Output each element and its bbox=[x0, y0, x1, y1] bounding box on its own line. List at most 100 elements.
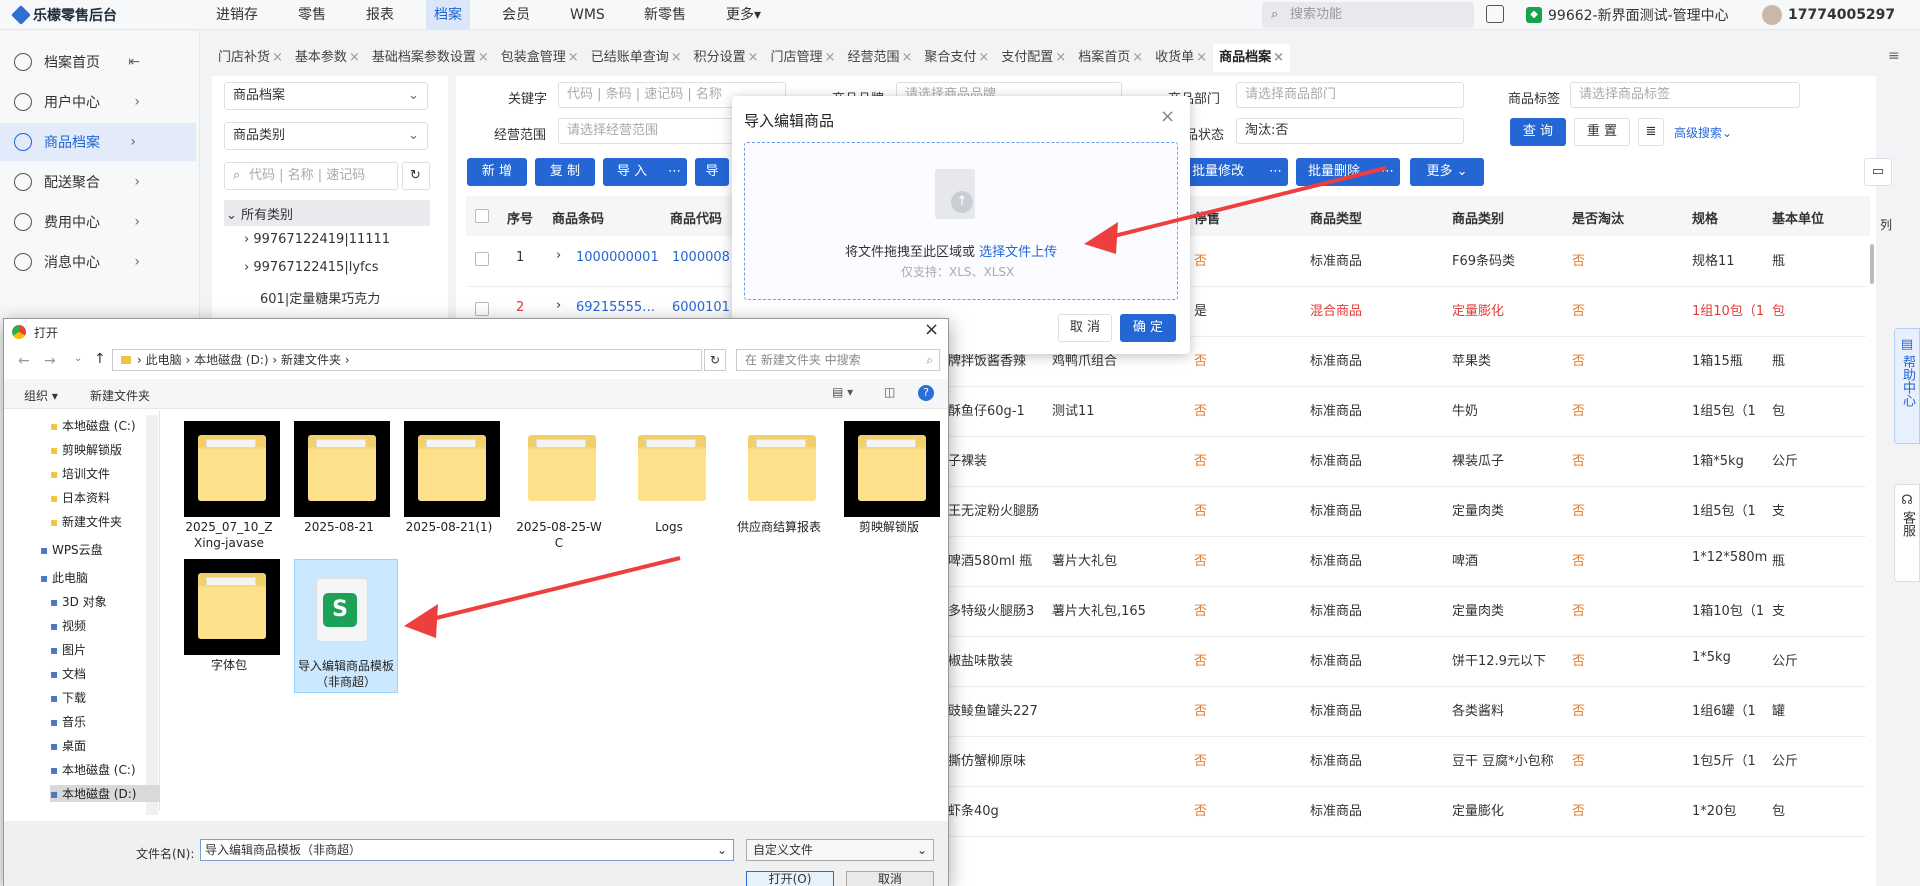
more-button[interactable]: 更多 ⌄ bbox=[1410, 158, 1484, 186]
add-button[interactable]: 新 增 bbox=[467, 158, 527, 186]
folder-item[interactable]: Logs bbox=[624, 421, 714, 535]
refresh-icon[interactable]: ↻ bbox=[704, 349, 726, 371]
tab[interactable]: 门店补货 × bbox=[212, 44, 289, 72]
nav-item[interactable]: ▪ 日本资料 bbox=[50, 489, 110, 506]
close-icon[interactable]: × bbox=[1055, 50, 1066, 65]
close-icon[interactable]: × bbox=[671, 50, 682, 65]
folder-item[interactable]: 供应商结算报表 bbox=[734, 421, 824, 535]
store-switcher[interactable]: ◆ 99662-新界面测试-管理中心 bbox=[1526, 5, 1729, 25]
status-select[interactable]: 淘汰:否 bbox=[1236, 118, 1464, 144]
tree-node[interactable]: 601|定量糖果巧克力 bbox=[260, 288, 380, 307]
filename-input[interactable]: 导入编辑商品模板（非商超） ⌄ bbox=[200, 839, 734, 861]
file-drop-zone[interactable]: ↑ 将文件拖拽至此区域或 选择文件上传 仅支持：XLS、XLSX bbox=[744, 142, 1178, 300]
organize-button[interactable]: 组织 ▾ bbox=[24, 387, 58, 404]
cancel-button[interactable]: 取 消 bbox=[1058, 314, 1112, 342]
close-icon[interactable]: × bbox=[272, 50, 283, 65]
header-barcode[interactable]: 商品条码 bbox=[552, 208, 604, 227]
column-toggle[interactable]: 列 bbox=[1880, 216, 1892, 233]
nav-item[interactable]: ▪ 下载 bbox=[50, 689, 86, 706]
dept-select[interactable]: 请选择商品部门 bbox=[1236, 82, 1464, 108]
tab[interactable]: 门店管理 × bbox=[765, 44, 842, 72]
function-search-input[interactable]: ⌕ 搜索功能 bbox=[1262, 2, 1474, 28]
nav-item[interactable]: ▪ 文档 bbox=[50, 665, 86, 682]
row-checkbox[interactable] bbox=[475, 252, 489, 266]
sidebar-item-fee-center[interactable]: 费用中心 › bbox=[0, 203, 200, 241]
folder-item[interactable]: 剪映解锁版 bbox=[844, 421, 940, 535]
header-category[interactable]: 商品类别 bbox=[1452, 208, 1504, 227]
more-dots-icon[interactable]: ⋯ bbox=[1269, 158, 1282, 186]
sidebar-item-goods-archive[interactable]: 商品档案 › bbox=[0, 123, 196, 161]
refresh-button[interactable]: ↻ bbox=[402, 162, 430, 190]
close-icon[interactable]: × bbox=[478, 50, 489, 65]
folder-item[interactable]: 2025-08-21(1) bbox=[404, 421, 500, 535]
nav-item-active[interactable]: 档案 bbox=[426, 0, 470, 30]
advanced-search-link[interactable]: 高级搜索⌄ bbox=[1674, 124, 1732, 141]
forward-icon[interactable]: → bbox=[44, 353, 56, 369]
nav-item[interactable]: ▪ 新建文件夹 bbox=[50, 513, 122, 530]
expand-icon[interactable]: › bbox=[556, 248, 561, 263]
header-code[interactable]: 商品代码 bbox=[670, 208, 722, 227]
tree-node-root[interactable]: ⌄ 所有类别 bbox=[226, 204, 293, 223]
category-search-input[interactable]: ⌕ 代码 | 名称 | 速记码 bbox=[224, 162, 398, 190]
nav-item[interactable]: ▪ 培训文件 bbox=[50, 465, 110, 482]
folder-search-input[interactable]: 在 新建文件夹 中搜索 ⌕ bbox=[736, 349, 940, 371]
nav-scrollbar[interactable] bbox=[146, 415, 158, 815]
open-button[interactable]: 打开(O) bbox=[746, 871, 834, 886]
nav-item[interactable]: ▪ 3D 对象 bbox=[50, 593, 107, 610]
filetype-select[interactable]: 自定义文件 ⌄ bbox=[746, 839, 934, 861]
nav-item-more[interactable]: 更多▾ bbox=[726, 0, 761, 30]
tab-active[interactable]: 商品档案 × bbox=[1213, 44, 1290, 72]
cell-barcode[interactable]: 69215555… bbox=[576, 300, 666, 315]
more-dots-icon[interactable]: ⋯ bbox=[1381, 158, 1394, 186]
back-icon[interactable]: ← bbox=[18, 353, 30, 369]
tab[interactable]: 基本参数 × bbox=[289, 44, 366, 72]
nav-item[interactable]: ▪ 剪映解锁版 bbox=[50, 441, 122, 458]
sidebar-item-archive-home[interactable]: 档案首页 ⇤ bbox=[0, 43, 200, 81]
folder-item[interactable]: 2025-08-21 bbox=[294, 421, 390, 535]
table-scrollbar[interactable] bbox=[1870, 244, 1874, 284]
nav-item[interactable]: ▪ 本地磁盘 (D:) bbox=[50, 785, 160, 802]
nav-item[interactable]: ▪ 此电脑 bbox=[40, 569, 88, 586]
nav-item[interactable]: 报表 bbox=[366, 0, 394, 30]
import-button[interactable]: 导 入 ⋯ bbox=[603, 158, 687, 186]
more-dots-icon[interactable]: ⋯ bbox=[668, 158, 681, 186]
batch-edit-button[interactable]: 批量修改 ⋯ bbox=[1184, 158, 1288, 186]
nav-item[interactable]: 进销存 bbox=[216, 0, 258, 30]
nav-item[interactable]: 零售 bbox=[298, 0, 326, 30]
up-icon[interactable]: ↑ bbox=[94, 351, 106, 367]
close-icon[interactable]: × bbox=[978, 50, 989, 65]
sidebar-item-message-center[interactable]: 消息中心 › bbox=[0, 243, 200, 281]
address-bar[interactable]: › 此电脑 › 本地磁盘 (D:) › 新建文件夹 › bbox=[112, 349, 702, 371]
user-menu[interactable]: 17774005297 bbox=[1762, 5, 1895, 25]
reset-button[interactable]: 重 置 bbox=[1574, 118, 1630, 146]
folder-item[interactable]: 字体包 bbox=[184, 559, 280, 673]
close-icon[interactable]: × bbox=[901, 50, 912, 65]
nav-item[interactable]: ▪ WPS云盘 bbox=[40, 541, 103, 558]
close-icon[interactable]: × bbox=[1196, 50, 1207, 65]
app-logo[interactable]: 乐檬零售后台 bbox=[11, 5, 117, 25]
tabs-menu-icon[interactable]: ≡ bbox=[1888, 48, 1900, 64]
view-icon[interactable]: ▤ ▾ bbox=[832, 385, 853, 399]
header-stop[interactable]: 停售 bbox=[1194, 208, 1220, 227]
collapse-icon[interactable]: ⇤ bbox=[128, 54, 140, 70]
tab[interactable]: 基础档案参数设置 × bbox=[366, 44, 495, 72]
tab[interactable]: 积分设置 × bbox=[688, 44, 765, 72]
archive-select[interactable]: 商品档案 ⌄ bbox=[224, 82, 428, 110]
file-item-selected[interactable]: S 导入编辑商品模板（非商超） bbox=[294, 559, 398, 693]
close-icon[interactable]: × bbox=[748, 50, 759, 65]
export-button[interactable]: 导 bbox=[695, 158, 729, 186]
tab[interactable]: 经营范围 × bbox=[841, 44, 918, 72]
close-icon[interactable]: × bbox=[568, 50, 579, 65]
folder-item[interactable]: 2025-08-25-WC bbox=[514, 421, 604, 551]
close-icon[interactable]: × bbox=[825, 50, 836, 65]
close-icon[interactable]: × bbox=[349, 50, 360, 65]
nav-item[interactable]: 会员 bbox=[502, 0, 530, 30]
close-icon[interactable]: × bbox=[924, 319, 939, 340]
layout-icon[interactable]: ▭ bbox=[1864, 158, 1892, 186]
select-all-checkbox[interactable] bbox=[475, 209, 489, 223]
new-folder-button[interactable]: 新建文件夹 bbox=[90, 387, 150, 404]
cell-code[interactable]: 1000008 bbox=[672, 250, 730, 265]
close-icon[interactable]: × bbox=[1160, 106, 1175, 127]
row-checkbox[interactable] bbox=[475, 302, 489, 316]
close-icon[interactable]: × bbox=[1132, 50, 1143, 65]
